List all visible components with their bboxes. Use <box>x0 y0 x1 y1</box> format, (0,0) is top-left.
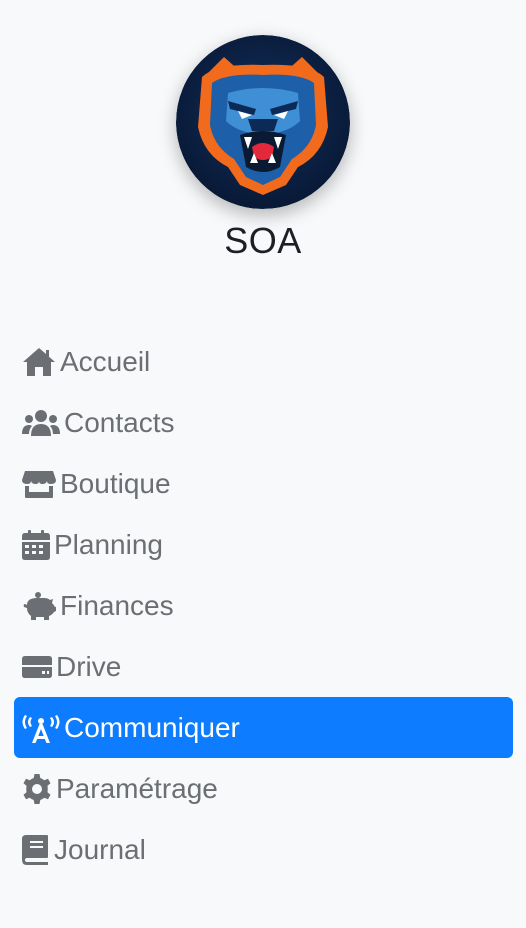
brand-logo[interactable] <box>176 35 350 209</box>
sidebar: SOA Accueil Contacts Boutique Planning F… <box>0 0 526 928</box>
nav-item-parametrage[interactable]: Paramétrage <box>14 758 513 819</box>
nav-item-communiquer[interactable]: Communiquer <box>14 697 513 758</box>
nav-item-label: Contacts <box>64 406 175 438</box>
nav-item-label: Planning <box>54 528 163 560</box>
nav-item-finances[interactable]: Finances <box>14 575 513 636</box>
bear-mascot-logo <box>176 35 350 209</box>
nav-menu: Accueil Contacts Boutique Planning Finan… <box>14 331 513 880</box>
nav-item-journal[interactable]: Journal <box>14 819 513 880</box>
nav-item-label: Drive <box>56 650 122 682</box>
drive-icon <box>22 652 52 682</box>
nav-item-label: Finances <box>60 589 174 621</box>
home-icon <box>22 347 56 377</box>
book-icon <box>22 834 50 865</box>
broadcast-tower-icon <box>22 713 60 743</box>
nav-item-accueil[interactable]: Accueil <box>14 331 513 392</box>
piggy-bank-icon <box>22 591 56 621</box>
nav-item-planning[interactable]: Planning <box>14 514 513 575</box>
calendar-icon <box>22 529 50 560</box>
nav-item-label: Communiquer <box>64 711 240 743</box>
store-icon <box>22 469 56 499</box>
nav-item-boutique[interactable]: Boutique <box>14 453 513 514</box>
nav-item-label: Accueil <box>60 345 151 377</box>
nav-item-drive[interactable]: Drive <box>14 636 513 697</box>
users-icon <box>22 408 60 438</box>
gear-icon <box>22 773 52 804</box>
nav-item-label: Paramétrage <box>56 772 218 804</box>
nav-item-label: Boutique <box>60 467 171 499</box>
brand-name: SOA <box>224 220 302 261</box>
nav-item-contacts[interactable]: Contacts <box>14 392 513 453</box>
nav-item-label: Journal <box>54 833 146 865</box>
